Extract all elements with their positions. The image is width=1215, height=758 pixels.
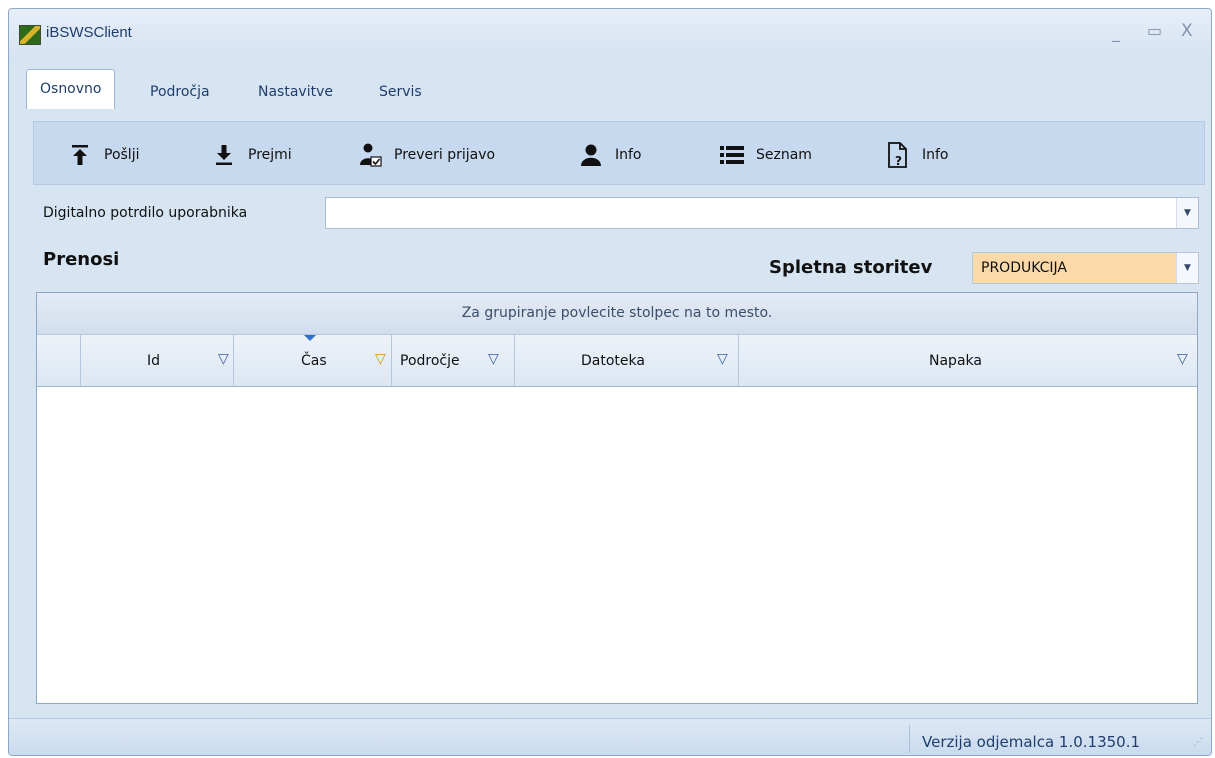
column-label: Id [147,353,161,369]
column-napaka[interactable]: Napaka ▽ [739,335,1197,386]
resize-grip-icon[interactable]: ⋰ [1193,737,1203,748]
list-icon [720,143,744,167]
grid-header: Id ▽ Čas ▽ Področje ▽ Datoteka ▽ Napaka … [37,335,1197,387]
service-combo[interactable]: PRODUKCIJA ▼ [972,252,1199,284]
row-indicator-header [37,335,81,386]
tab-label: Osnovno [40,81,102,97]
column-label: Področje [400,353,460,369]
chevron-down-icon[interactable]: ▼ [1176,198,1198,228]
section-title: Prenosi [43,249,120,270]
service-value: PRODUKCIJA [981,260,1067,276]
column-datoteka[interactable]: Datoteka ▽ [515,335,739,386]
filter-icon[interactable]: ▽ [717,351,728,367]
receive-label: Prejmi [248,147,292,163]
column-cas[interactable]: Čas ▽ [234,335,392,386]
column-label: Napaka [929,353,982,369]
filter-icon[interactable]: ▽ [1177,351,1188,367]
sort-descending-icon [304,335,316,341]
minimize-button[interactable]: _ [1112,23,1120,42]
certificate-combo[interactable]: ▼ [325,197,1199,229]
status-divider [909,725,910,753]
status-bar: Verzija odjemalca 1.0.1350.1 ⋰ [9,718,1211,755]
group-hint: Za grupiranje povlecite stolpec na to me… [461,305,773,321]
tab-label: Servis [379,84,422,100]
upload-arrow-icon [68,143,92,167]
certificate-label: Digitalno potrdilo uporabnika [43,205,248,221]
main-window: iBSWSClient _ ▭ X Osnovno Področja Nasta… [8,8,1212,756]
document-question-icon: ? [886,142,910,168]
user-info-label: Info [615,147,642,163]
user-check-icon [358,143,382,167]
document-info-button[interactable]: ? Info [886,142,949,168]
column-podrocje[interactable]: Področje ▽ [392,335,515,386]
transfers-grid: Za grupiranje povlecite stolpec na to me… [36,292,1198,704]
document-info-label: Info [922,147,949,163]
window-title: iBSWSClient [46,24,132,41]
version-text: Verzija odjemalca 1.0.1350.1 [922,733,1141,751]
receive-button[interactable]: Prejmi [212,142,292,168]
user-info-button[interactable]: Info [579,142,642,168]
column-label: Datoteka [581,353,645,369]
maximize-button[interactable]: ▭ [1147,21,1162,40]
app-logo-icon [19,25,41,45]
tab-label: Področja [150,84,210,100]
svg-text:?: ? [895,154,902,168]
tab-podrocja[interactable]: Področja [150,73,210,109]
tab-label: Nastavitve [258,84,333,100]
service-label: Spletna storitev [769,257,933,278]
tab-nastavitve[interactable]: Nastavitve [258,73,333,109]
download-arrow-icon [212,143,236,167]
group-by-panel[interactable]: Za grupiranje povlecite stolpec na to me… [37,293,1197,335]
list-label: Seznam [756,147,812,163]
tab-servis[interactable]: Servis [379,73,422,109]
send-label: Pošlji [104,147,140,163]
list-button[interactable]: Seznam [720,142,812,168]
send-button[interactable]: Pošlji [68,142,139,168]
column-id[interactable]: Id ▽ [81,335,234,386]
toolbar: Pošlji Prejmi Preveri prijavo Info Sezna… [33,121,1205,185]
check-login-button[interactable]: Preveri prijavo [358,142,495,168]
filter-icon[interactable]: ▽ [218,351,229,367]
filter-icon[interactable]: ▽ [488,351,499,367]
column-label: Čas [301,353,327,369]
tab-osnovno[interactable]: Osnovno [26,69,116,109]
title-bar: iBSWSClient _ ▭ X [9,9,1211,59]
user-icon [579,143,603,167]
close-button[interactable]: X [1181,21,1193,41]
check-login-label: Preveri prijavo [394,147,496,163]
filter-active-icon[interactable]: ▽ [375,351,386,367]
chevron-down-icon[interactable]: ▼ [1176,253,1198,283]
